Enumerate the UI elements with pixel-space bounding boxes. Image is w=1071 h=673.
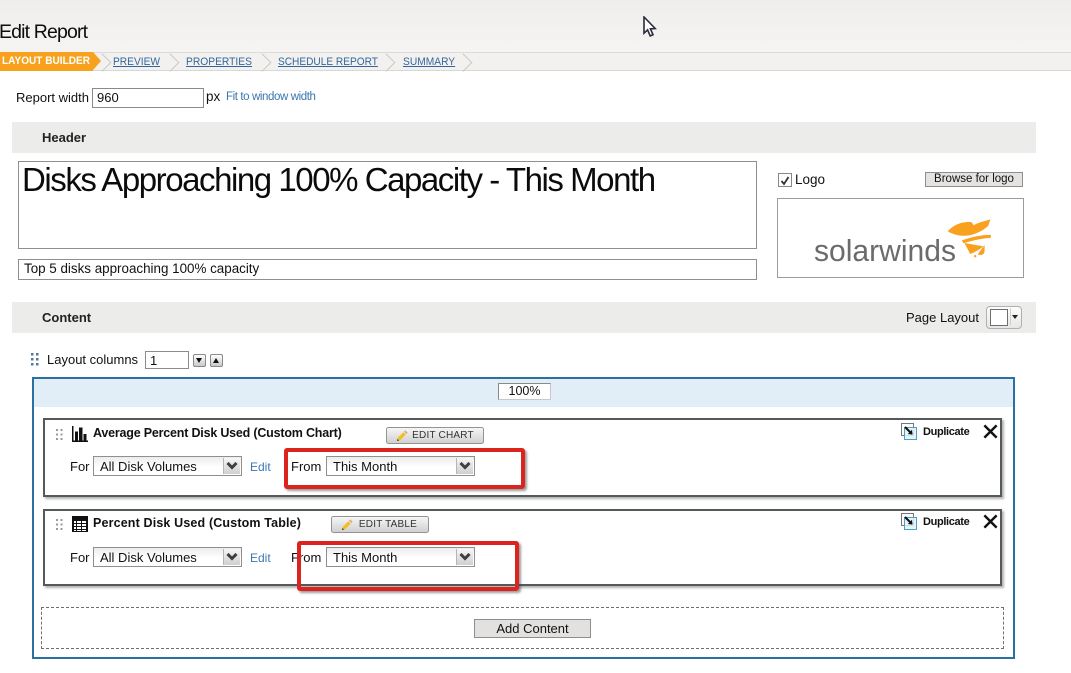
svg-text:solarwinds: solarwinds [814,233,956,268]
